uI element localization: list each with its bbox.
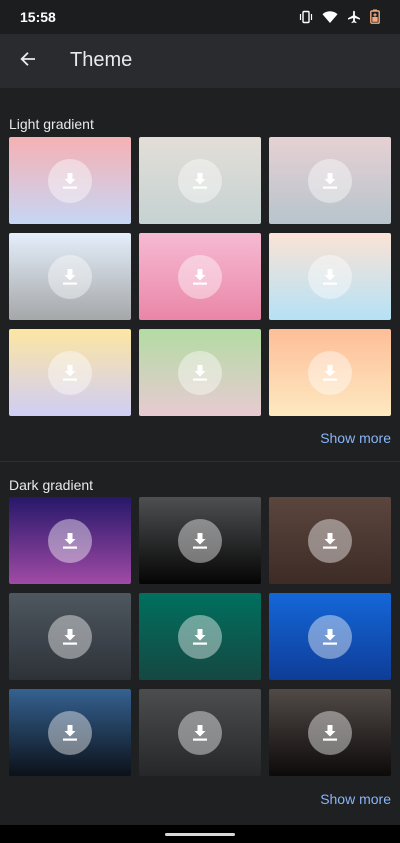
theme-tile-mauve-slate[interactable] xyxy=(269,137,391,224)
theme-tile-yellow-lavender[interactable] xyxy=(9,329,131,416)
download-icon xyxy=(308,254,352,299)
download-icon xyxy=(48,518,92,563)
dark-gradient-grid xyxy=(9,497,391,776)
theme-tile-pink[interactable] xyxy=(139,233,261,320)
section-divider xyxy=(0,461,400,462)
arrow-back-icon xyxy=(18,49,38,74)
navigation-bar xyxy=(0,825,400,843)
download-icon xyxy=(48,158,92,203)
download-icon xyxy=(178,614,222,659)
home-gesture-handle[interactable] xyxy=(165,833,235,836)
wifi-icon xyxy=(322,10,338,24)
theme-tile-sky-grey[interactable] xyxy=(9,233,131,320)
download-icon xyxy=(178,254,222,299)
theme-tile-brown[interactable] xyxy=(269,497,391,584)
status-icons xyxy=(299,9,380,24)
download-icon xyxy=(308,518,352,563)
download-icon xyxy=(308,710,352,755)
section-title-dark-gradient: Dark gradient xyxy=(9,477,94,493)
page-title: Theme xyxy=(70,49,133,71)
show-more-light-button[interactable]: Show more xyxy=(320,430,391,446)
battery-saver-icon xyxy=(370,9,380,24)
download-icon xyxy=(178,350,222,395)
show-more-dark-button[interactable]: Show more xyxy=(320,791,391,807)
theme-tile-steel-blue[interactable] xyxy=(9,689,131,776)
download-icon xyxy=(48,350,92,395)
theme-tile-pink-blue[interactable] xyxy=(9,137,131,224)
theme-tile-beige-grey[interactable] xyxy=(139,137,261,224)
status-bar: 15:58 xyxy=(0,0,400,34)
theme-tile-charcoal[interactable] xyxy=(139,689,261,776)
download-icon xyxy=(308,614,352,659)
section-title-light-gradient: Light gradient xyxy=(9,116,94,132)
status-time: 15:58 xyxy=(20,9,56,25)
theme-tile-grey-black[interactable] xyxy=(139,497,261,584)
theme-tile-teal[interactable] xyxy=(139,593,261,680)
theme-tile-slate[interactable] xyxy=(9,593,131,680)
theme-tile-taupe-black[interactable] xyxy=(269,689,391,776)
download-icon xyxy=(48,254,92,299)
theme-tile-blue[interactable] xyxy=(269,593,391,680)
download-icon xyxy=(48,710,92,755)
download-icon xyxy=(48,614,92,659)
theme-tile-peach-cyan[interactable] xyxy=(269,233,391,320)
download-icon xyxy=(178,710,222,755)
download-icon xyxy=(178,518,222,563)
theme-tile-indigo-magenta[interactable] xyxy=(9,497,131,584)
download-icon xyxy=(308,350,352,395)
vibrate-icon xyxy=(299,10,313,24)
download-icon xyxy=(178,158,222,203)
airplane-icon xyxy=(347,10,361,24)
theme-tile-orange-cream[interactable] xyxy=(269,329,391,416)
theme-tile-green-pink[interactable] xyxy=(139,329,261,416)
download-icon xyxy=(308,158,352,203)
app-bar: Theme xyxy=(0,34,400,88)
light-gradient-grid xyxy=(9,137,391,416)
back-button[interactable] xyxy=(12,45,44,77)
